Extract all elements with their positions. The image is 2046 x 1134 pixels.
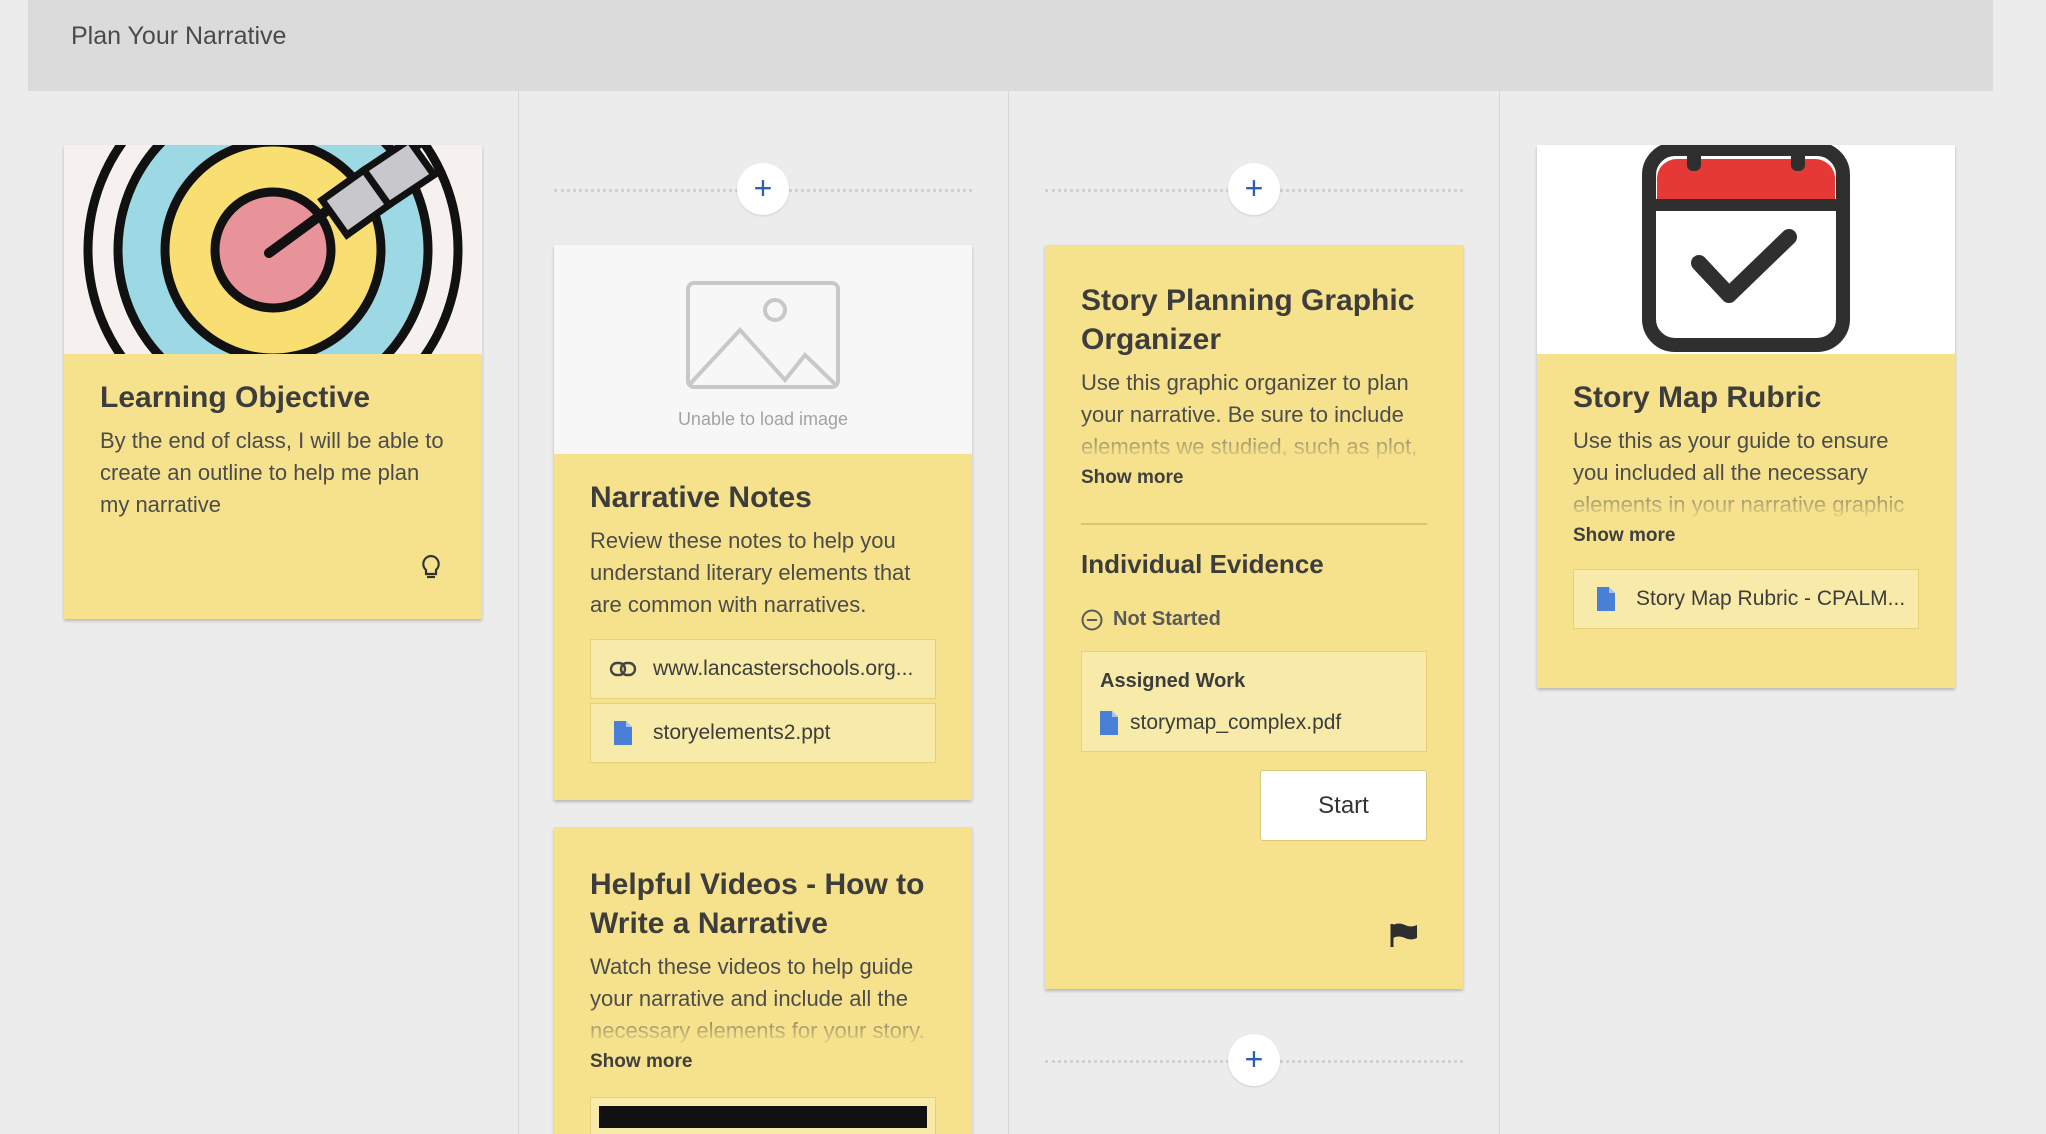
card-title: Learning Objective <box>100 381 371 414</box>
link-attachment[interactable]: www.lancasterschools.org... <box>590 639 936 699</box>
file-icon <box>1592 587 1620 611</box>
assigned-work-box: Assigned Work storymap_complex.pdf <box>1081 651 1427 752</box>
file-attachment[interactable]: storyelements2.ppt <box>590 703 936 763</box>
add-card-row: + <box>554 163 972 215</box>
card-title: Helpful Videos - How to Write a Narrativ… <box>590 868 925 940</box>
file-icon <box>609 721 637 745</box>
attachment-label: Story Map Rubric - CPALM... <box>1636 587 1906 610</box>
helpful-videos-card[interactable]: Helpful Videos - How to Write a Narrativ… <box>554 827 972 1134</box>
show-more-link[interactable]: Show more <box>1573 525 1919 547</box>
card-description: Watch these videos to help guide your na… <box>590 951 936 1047</box>
image-placeholder-icon <box>686 281 840 389</box>
lightbulb-icon[interactable] <box>420 554 442 585</box>
section-divider <box>1081 523 1427 525</box>
file-icon <box>1100 711 1118 735</box>
assigned-work-label: Assigned Work <box>1100 670 1246 692</box>
add-card-row: + <box>1045 1034 1463 1086</box>
card-description: By the end of class, I will be able to c… <box>100 428 444 517</box>
story-planning-card[interactable]: Story Planning Graphic Organizer Use thi… <box>1045 245 1463 989</box>
show-more-link[interactable]: Show more <box>1081 467 1427 489</box>
story-map-rubric-card[interactable]: Story Map Rubric Use this as your guide … <box>1537 145 1955 688</box>
add-card-button[interactable]: + <box>737 163 789 215</box>
video-thumbnail-frame[interactable] <box>590 1097 936 1134</box>
attachment-label: www.lancasterschools.org... <box>653 657 914 680</box>
add-card-button[interactable]: + <box>1228 163 1280 215</box>
target-illustration <box>64 145 482 354</box>
card-title: Story Map Rubric <box>1573 381 1822 414</box>
attachment-label: storyelements2.ppt <box>653 721 831 744</box>
link-icon <box>609 661 637 677</box>
status-indicator: Not Started <box>1081 608 1427 631</box>
show-more-link[interactable]: Show more <box>590 1051 936 1073</box>
card-description: Review these notes to help you understan… <box>590 528 911 617</box>
status-text: Not Started <box>1113 608 1221 630</box>
card-description: Use this graphic organizer to plan your … <box>1081 367 1427 463</box>
assigned-file-name: storymap_complex.pdf <box>1130 711 1342 734</box>
start-button[interactable]: Start <box>1260 770 1427 841</box>
board-header: Plan Your Narrative <box>28 0 1993 91</box>
add-card-row: + <box>1045 163 1463 215</box>
card-title: Story Planning Graphic Organizer <box>1081 284 1415 356</box>
add-card-button[interactable]: + <box>1228 1034 1280 1086</box>
image-error-text: Unable to load image <box>677 409 849 429</box>
narrative-notes-card[interactable]: Unable to load image Narrative Notes Rev… <box>554 245 972 800</box>
board-title: Plan Your Narrative <box>71 22 287 50</box>
column-divider <box>1008 91 1009 1134</box>
image-placeholder: Unable to load image <box>554 245 972 454</box>
calendar-check-illustration <box>1537 145 1955 354</box>
column-divider <box>1499 91 1500 1134</box>
learning-objective-card[interactable]: Learning Objective By the end of class, … <box>64 145 482 619</box>
assigned-file[interactable]: storymap_complex.pdf <box>1100 711 1408 735</box>
not-started-icon <box>1081 609 1103 631</box>
file-attachment[interactable]: Story Map Rubric - CPALM... <box>1573 569 1919 629</box>
column-divider <box>518 91 519 1134</box>
card-description: Use this as your guide to ensure you inc… <box>1573 425 1919 521</box>
flag-icon[interactable] <box>1389 922 1419 953</box>
card-title: Narrative Notes <box>590 481 812 514</box>
video-thumbnail <box>599 1106 927 1128</box>
section-title: Individual Evidence <box>1081 549 1324 579</box>
